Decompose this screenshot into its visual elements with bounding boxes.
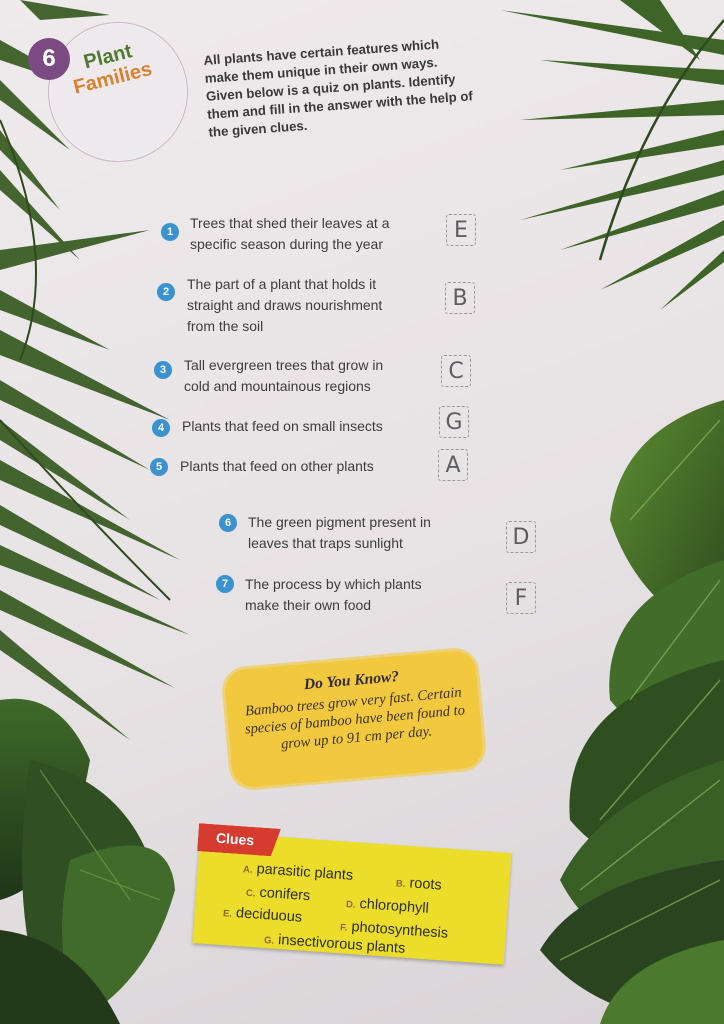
question-text: The green pigment present in leaves that… <box>248 514 431 551</box>
question-text: The part of a plant that holds it straig… <box>187 276 383 334</box>
intro-text: All plants have certain features which m… <box>203 36 474 140</box>
answer-box[interactable]: G <box>439 406 469 438</box>
question-number: 2 <box>157 283 175 301</box>
answer-box[interactable]: E <box>446 214 476 246</box>
answer-box[interactable]: B <box>445 282 475 314</box>
question-text: Tall evergreen trees that grow in cold a… <box>184 357 384 394</box>
clue-item: B. roots <box>395 875 443 894</box>
question-number: 3 <box>154 361 172 379</box>
activity-number: 6 <box>28 38 70 80</box>
question-number: 4 <box>152 419 170 437</box>
worksheet-page: 6 Plant Families All plants have certain… <box>0 0 724 1024</box>
answer-box[interactable]: C <box>441 355 471 387</box>
answer-box[interactable]: A <box>438 449 468 481</box>
answer-box[interactable]: D <box>506 521 536 553</box>
question-text: The process by which plants make their o… <box>245 576 422 613</box>
clues-label: Clues <box>215 829 255 849</box>
question-number: 1 <box>161 223 179 241</box>
question-text: Plants that feed on small insects <box>182 418 383 434</box>
answer-box[interactable]: F <box>506 582 536 614</box>
question-number: 7 <box>216 575 234 593</box>
question-number: 6 <box>219 514 237 532</box>
question-number: 5 <box>150 458 168 476</box>
question-text: Trees that shed their leaves at a specif… <box>190 215 390 252</box>
question-text: Plants that feed on other plants <box>180 458 374 474</box>
